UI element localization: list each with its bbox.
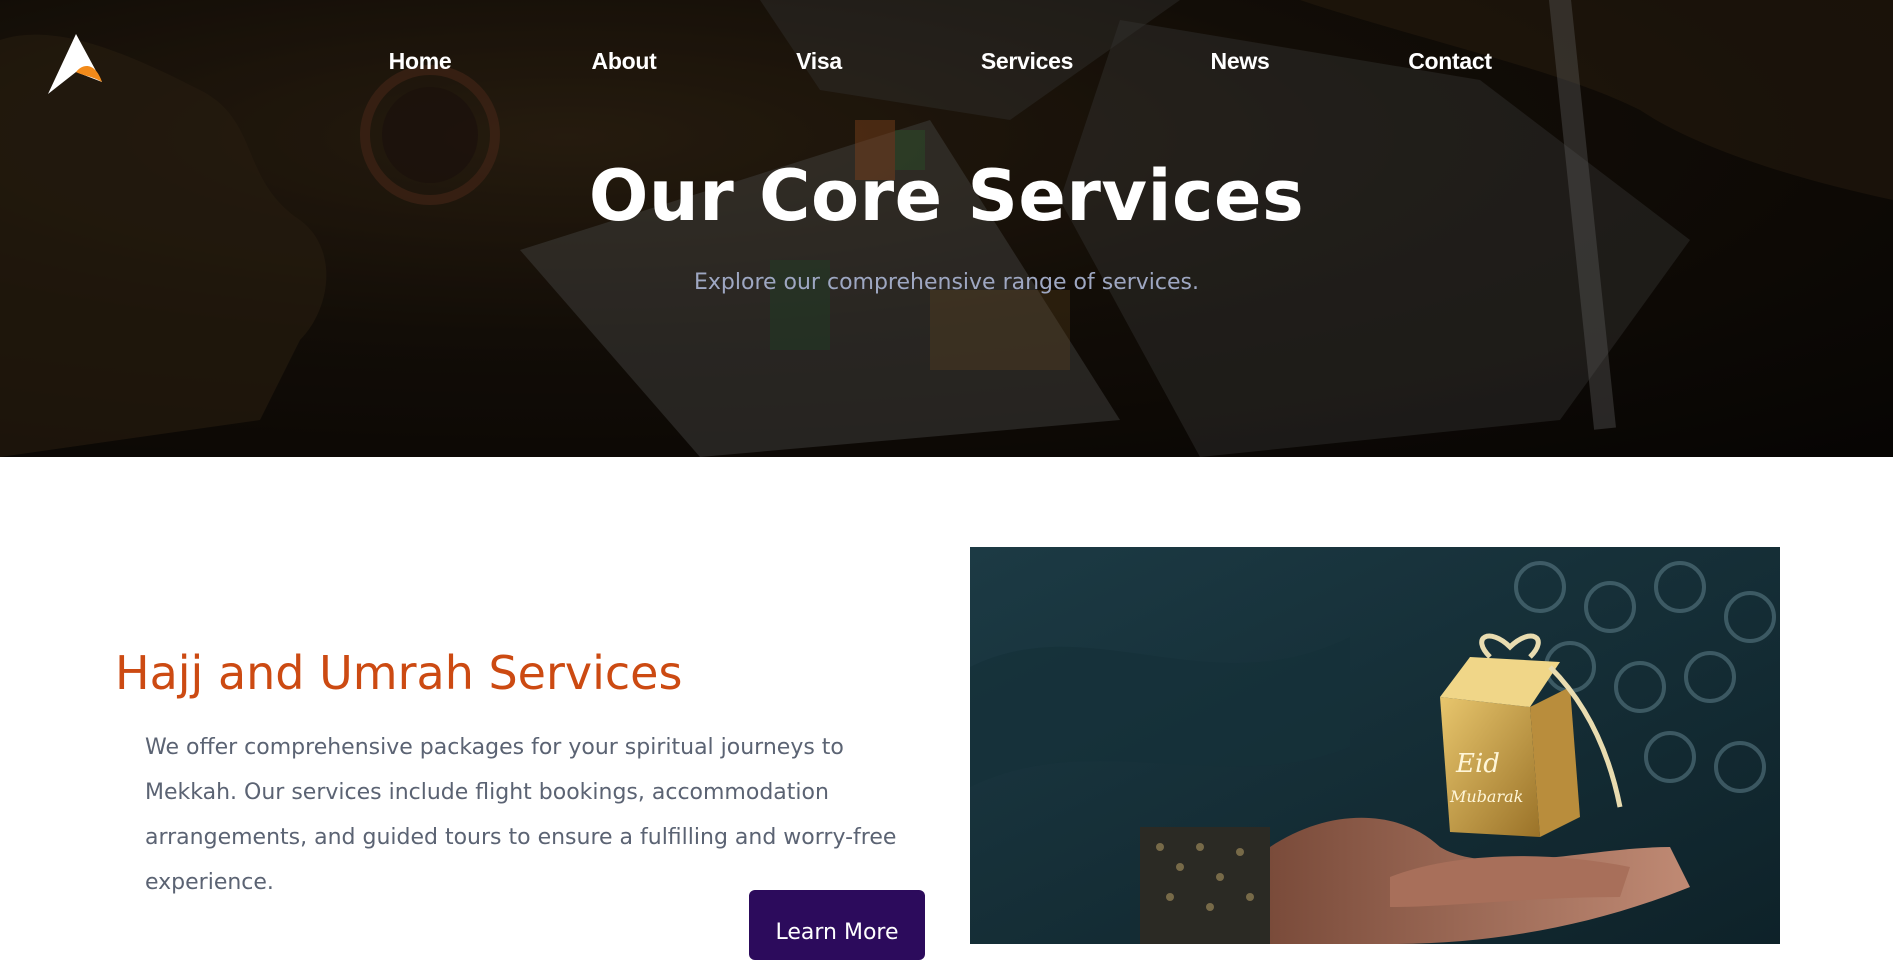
service-description: We offer comprehensive packages for your… (145, 735, 897, 895)
service-image: Eid Mubarak (970, 547, 1780, 944)
nav-home-link[interactable]: Home (389, 48, 452, 75)
gift-box-text: Eid (1455, 749, 1500, 779)
nav-contact-link[interactable]: Contact (1408, 48, 1492, 75)
gift-box-subtext: Mubarak (1449, 787, 1523, 806)
nav-about-link[interactable]: About (592, 48, 657, 75)
hero-banner: Home About Visa Services News Contact Ou… (0, 0, 1893, 457)
nav-news-link[interactable]: News (1211, 48, 1270, 75)
page-title: Our Core Services (588, 155, 1305, 237)
nav-visa-link[interactable]: Visa (796, 48, 842, 75)
service-title: Hajj and Umrah Services (115, 646, 683, 700)
nav-services-link[interactable]: Services (981, 48, 1074, 75)
learn-more-button[interactable]: Learn More (749, 890, 925, 960)
main-nav: Home About Visa Services News Contact (0, 48, 1893, 80)
page-subtitle: Explore our comprehensive range of servi… (693, 270, 1199, 295)
